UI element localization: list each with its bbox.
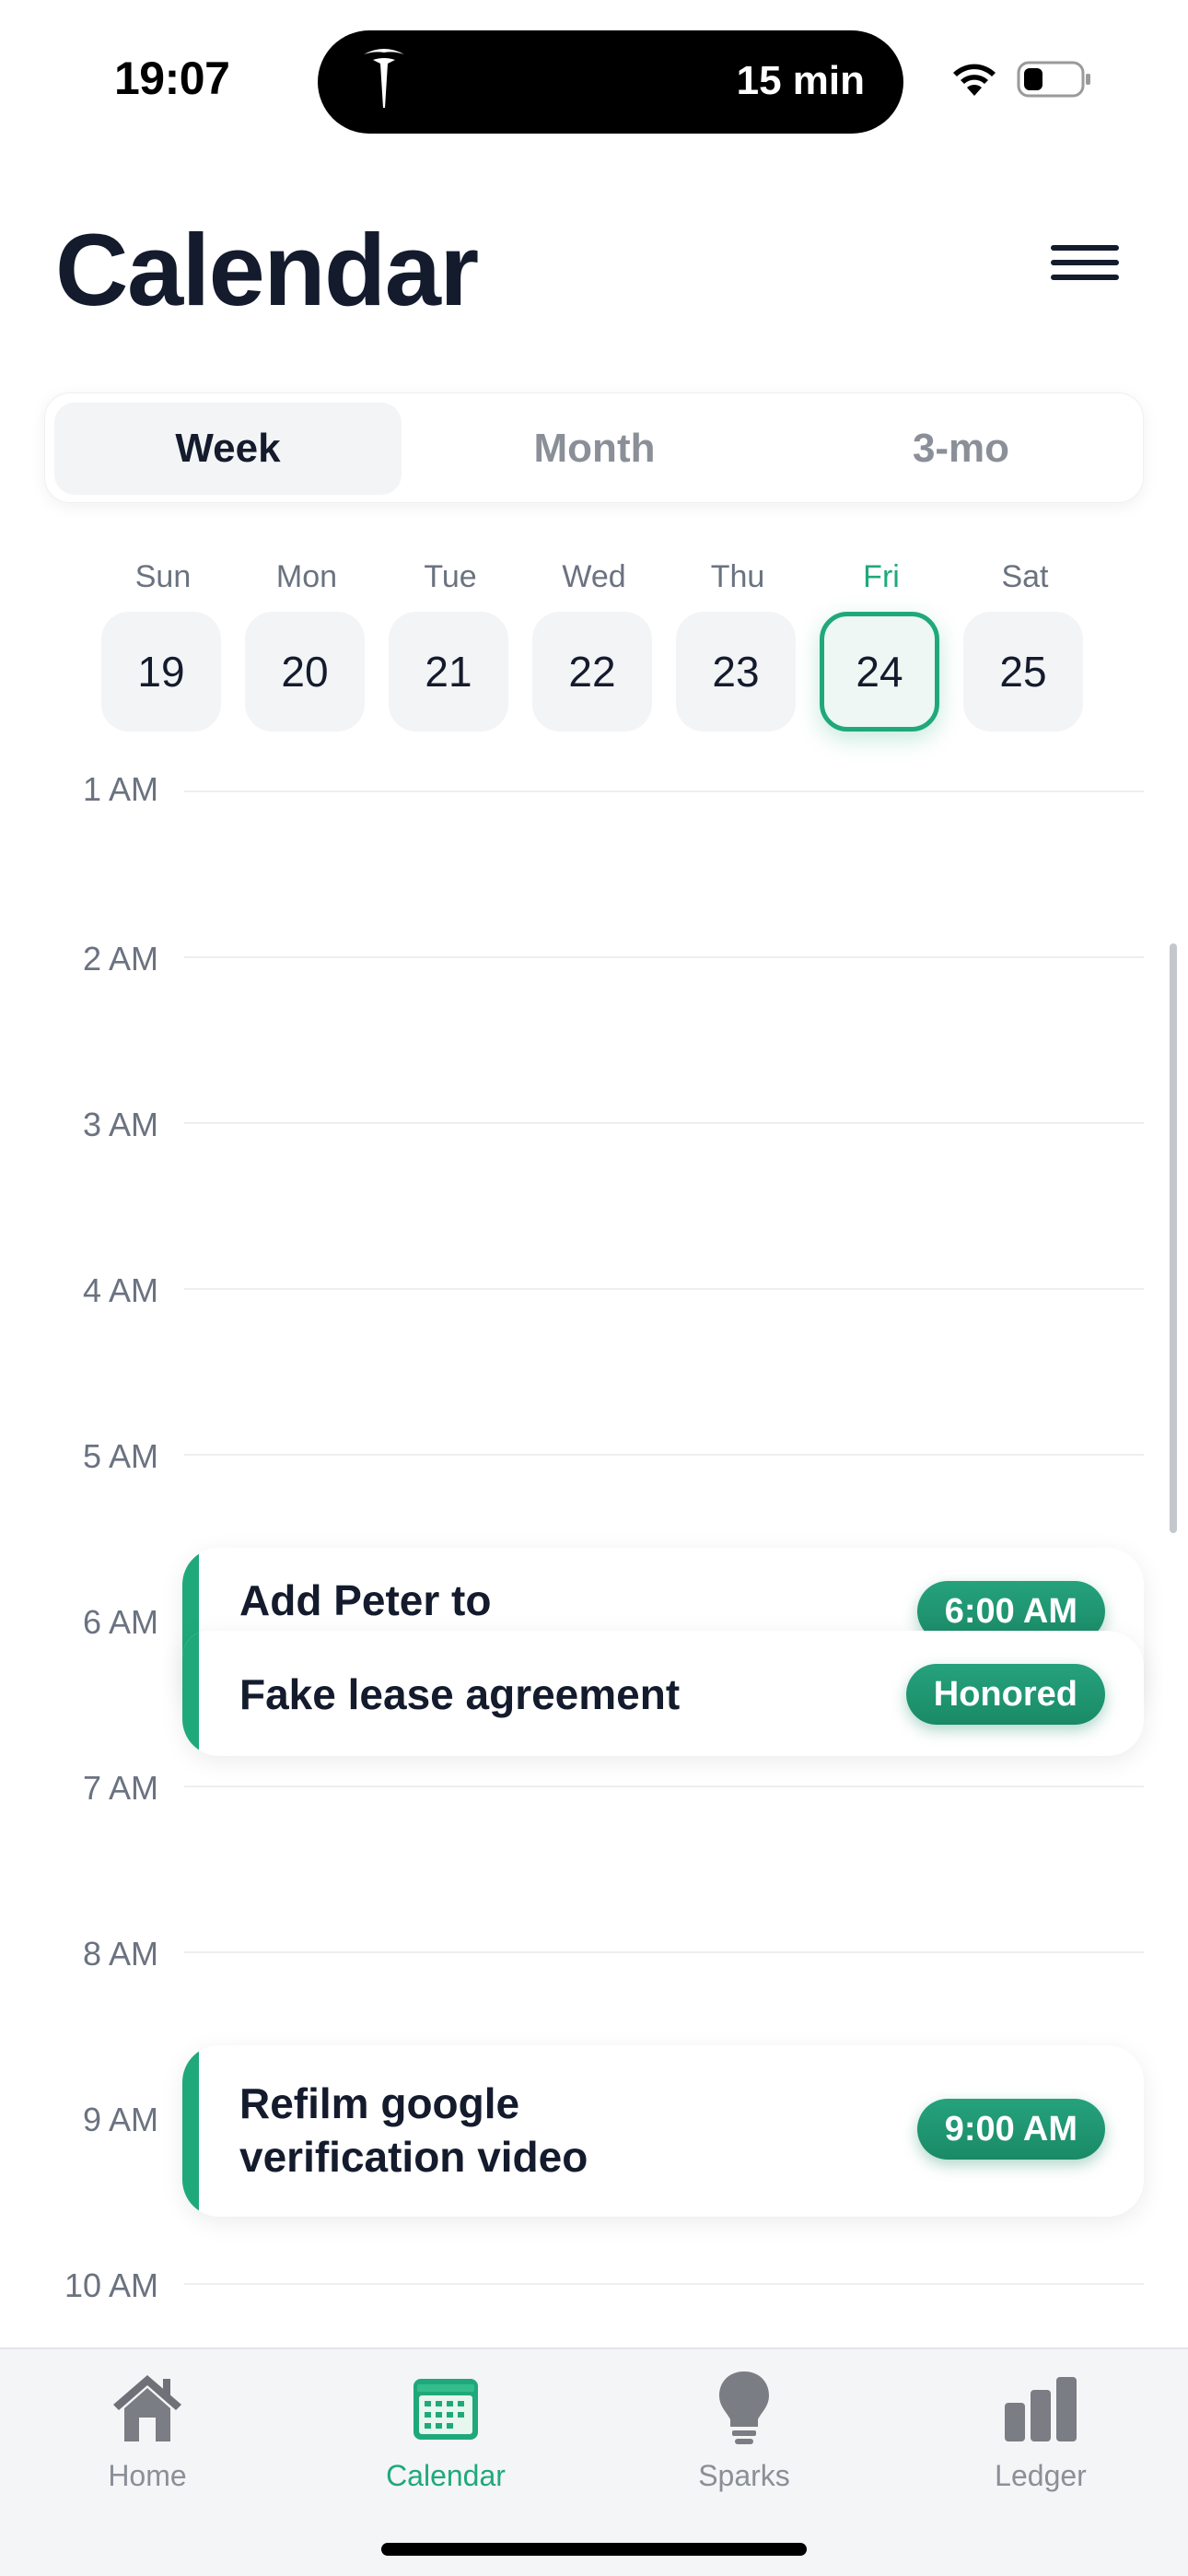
day-fri-selected[interactable]: Fri 24 [820,553,943,732]
hour-label: 7 AM [82,1769,158,1807]
lightbulb-icon [719,2371,769,2444]
event-title: Add Peter to [239,1576,492,1624]
event-card-refilm-video[interactable]: Refilm google verification video 9:00 AM [182,2045,1144,2217]
hour-label: 2 AM [82,940,158,978]
view-switcher: Week Month 3-mo [44,392,1144,503]
status-time: 19:07 [114,53,230,104]
event-accent-bar [182,2045,199,2217]
event-title-line-1: Refilm google [239,2079,520,2127]
event-time-badge: 9:00 AM [916,2099,1105,2160]
tab-week[interactable]: Week [54,403,402,495]
tab-label: Home [108,2459,187,2492]
hamburger-menu-icon [1046,245,1124,280]
menu-button[interactable] [1046,238,1124,299]
day-label: Sat [1001,559,1049,594]
day-label: Fri [863,559,900,594]
hour-label: 9 AM [82,2101,158,2138]
day-label: Mon [275,559,338,594]
hour-divider [184,956,1144,958]
day-sun[interactable]: Sun 19 [101,553,225,732]
hour-divider [184,1454,1144,1456]
day-sat[interactable]: Sat 25 [963,553,1087,732]
day-number: 25 [963,612,1083,732]
page-title: Calendar [55,214,479,327]
hour-label: 6 AM [82,1603,158,1641]
day-wed[interactable]: Wed 22 [532,553,656,732]
day-number: 20 [245,612,365,732]
day-number: 23 [676,612,796,732]
status-bar: 19:07 15 min [0,0,1188,147]
home-indicator[interactable] [381,2543,807,2556]
live-activity-text: 15 min [736,58,865,103]
hour-divider [184,1122,1144,1124]
event-title-line-2: verification video [239,2133,588,2181]
bar-chart-icon [1005,2377,1077,2441]
hour-divider [184,1288,1144,1290]
calendar-icon [413,2379,478,2440]
hour-label: 8 AM [82,1935,158,1973]
tab-sparks[interactable]: Sparks [634,2366,855,2493]
tab-label: Calendar [386,2459,506,2492]
day-number: 19 [101,612,221,732]
dynamic-island[interactable]: 15 min [318,30,903,134]
timeline[interactable]: 1 AM 2 AM 3 AM 4 AM 5 AM 6 AM 7 AM 8 AM … [0,772,1188,2348]
tesla-logo-icon [364,49,404,108]
wifi-icon [953,64,996,96]
tab-month[interactable]: Month [421,403,768,495]
hour-label: 5 AM [82,1437,158,1475]
timeline-scrollbar[interactable] [1170,943,1177,1533]
hour-label: 1 AM [82,772,158,808]
day-label: Sun [134,559,192,594]
tab-bar: Home Calendar Sparks Ledger [0,2348,1188,2576]
hour-divider [184,1951,1144,1953]
hour-divider [184,1786,1144,1787]
event-title: Fake lease agreement [239,1670,681,1718]
hour-divider [184,790,1144,792]
tab-3-month[interactable]: 3-mo [787,403,1135,495]
day-tue[interactable]: Tue 21 [389,553,512,732]
hour-label: 4 AM [82,1271,158,1309]
tab-label: Sparks [698,2459,790,2492]
hour-divider [184,2283,1144,2285]
hour-label: 3 AM [82,1106,158,1143]
tab-calendar[interactable]: Calendar [335,2366,556,2493]
battery-icon [1017,61,1090,98]
event-status-badge: Honored [905,1664,1105,1725]
day-label: Tue [424,559,477,594]
day-thu[interactable]: Thu 23 [676,553,799,732]
day-number: 21 [389,612,508,732]
hour-label: 10 AM [64,2266,158,2304]
day-label: Wed [562,559,626,594]
day-number: 24 [820,612,939,732]
home-icon [113,2375,181,2441]
day-mon[interactable]: Mon 20 [245,553,368,732]
day-number: 22 [532,612,652,732]
tab-ledger[interactable]: Ledger [930,2366,1151,2493]
event-card-fake-lease[interactable]: Fake lease agreement Honored [182,1631,1144,1756]
event-accent-bar [182,1631,199,1756]
day-label: Thu [710,559,765,594]
tab-label: Ledger [995,2459,1087,2492]
tab-home[interactable]: Home [37,2366,258,2493]
